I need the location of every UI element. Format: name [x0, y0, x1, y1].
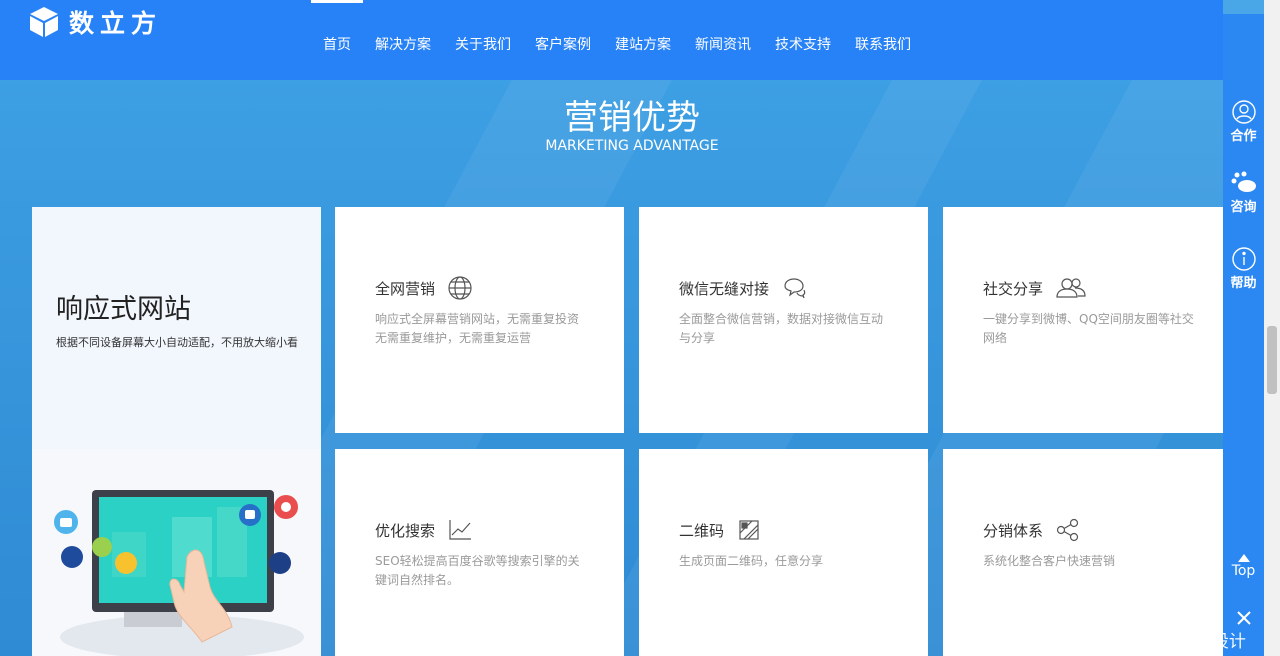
user-circle-icon	[1231, 100, 1256, 124]
floating-sidebar: 合作 咨询 帮助 Top	[1223, 14, 1264, 656]
nav-news[interactable]: 新闻资讯	[683, 0, 763, 80]
card-title: 二维码	[679, 521, 725, 540]
logo-text: 数立方	[69, 9, 163, 38]
cube-logo-icon	[30, 7, 58, 37]
feature-desc: 根据不同设备屏幕大小自动适配，不用放大缩小看	[56, 336, 298, 349]
sidebar-close[interactable]	[1223, 610, 1264, 627]
scrollbar-thumb[interactable]	[1267, 326, 1277, 394]
sidebar-consult-label: 咨询	[1230, 200, 1257, 215]
sidebar-consult[interactable]: 咨询	[1223, 171, 1264, 215]
sidebar-help[interactable]: 帮助	[1223, 247, 1264, 291]
card-desc: 系统化整合客户快速营销	[983, 554, 1116, 568]
card-network-marketing[interactable]: 全网营销 响应式全屏幕营销网站，无需重复投资无需重复维护，无需重复运营	[335, 207, 624, 433]
sidebar-cooperate-label: 合作	[1230, 129, 1257, 144]
nav-contact[interactable]: 联系我们	[843, 0, 923, 80]
qrcode-icon	[739, 520, 759, 540]
sidebar-top-label: Top	[1231, 563, 1256, 579]
section-title: 营销优势	[564, 98, 700, 138]
card-title: 全网营销	[375, 279, 436, 298]
info-icon	[1231, 247, 1256, 271]
chart-icon	[449, 520, 472, 540]
card-title: 优化搜索	[375, 521, 436, 540]
card-distribution[interactable]: 分销体系 系统化整合客户快速营销	[943, 449, 1223, 656]
card-desc: SEO轻松提高百度谷歌等搜索引擎的关键词自然排名。	[375, 554, 580, 587]
sidebar-top[interactable]: Top	[1223, 554, 1264, 579]
logo[interactable]: 数立方	[27, 4, 162, 40]
share-icon	[1056, 518, 1079, 542]
card-social-share[interactable]: 社交分享 一键分享到微博、QQ空间朋友圈等社交网络	[943, 207, 1223, 433]
watermark: CSDN @仙女网页设计	[1073, 632, 1246, 652]
globe-icon	[448, 276, 472, 300]
section-subtitle: MARKETING ADVANTAGE	[545, 138, 719, 154]
nav-about[interactable]: 关于我们	[443, 0, 523, 80]
feature-title: 响应式网站	[56, 294, 191, 325]
responsive-devices-illustration	[54, 490, 304, 656]
nav-solutions[interactable]: 解决方案	[363, 0, 443, 80]
nav-home[interactable]: 首页	[311, 0, 363, 80]
arrow-up-icon	[1237, 554, 1250, 562]
card-title: 社交分享	[983, 279, 1044, 298]
nav-site-plans[interactable]: 建站方案	[603, 0, 683, 80]
card-seo[interactable]: 优化搜索 SEO轻松提高百度谷歌等搜索引擎的关键词自然排名。	[335, 449, 624, 656]
chat-bubbles-icon	[1231, 171, 1256, 192]
users-icon	[1056, 278, 1086, 298]
card-desc: 生成页面二维码，任意分享	[679, 554, 824, 568]
card-desc: 一键分享到微博、QQ空间朋友圈等社交网络	[983, 312, 1194, 345]
main-nav: 首页 解决方案 关于我们 客户案例 建站方案 新闻资讯 技术支持 联系我们	[311, 0, 923, 80]
close-icon	[1236, 611, 1251, 625]
sidebar-cooperate[interactable]: 合作	[1223, 100, 1264, 144]
nav-support[interactable]: 技术支持	[763, 0, 843, 80]
chat-icon	[784, 278, 806, 299]
card-desc: 全面整合微信营销，数据对接微信互动与分享	[679, 312, 884, 345]
feature-panel[interactable]: 响应式网站 根据不同设备屏幕大小自动适配，不用放大缩小看	[32, 207, 321, 656]
card-title: 分销体系	[983, 521, 1044, 540]
card-wechat[interactable]: 微信无缝对接 全面整合微信营销，数据对接微信互动与分享	[639, 207, 928, 433]
vertical-scrollbar[interactable]	[1264, 0, 1280, 656]
card-title: 微信无缝对接	[679, 279, 770, 298]
card-qrcode[interactable]: 二维码 生成页面二维码，任意分享	[639, 449, 928, 656]
header: 数立方 首页 解决方案 关于我们 客户案例 建站方案 新闻资讯 技术支持 联系我…	[0, 0, 1223, 80]
nav-cases[interactable]: 客户案例	[523, 0, 603, 80]
card-desc: 响应式全屏幕营销网站，无需重复投资无需重复维护，无需重复运营	[375, 312, 580, 345]
sidebar-help-label: 帮助	[1230, 276, 1257, 291]
